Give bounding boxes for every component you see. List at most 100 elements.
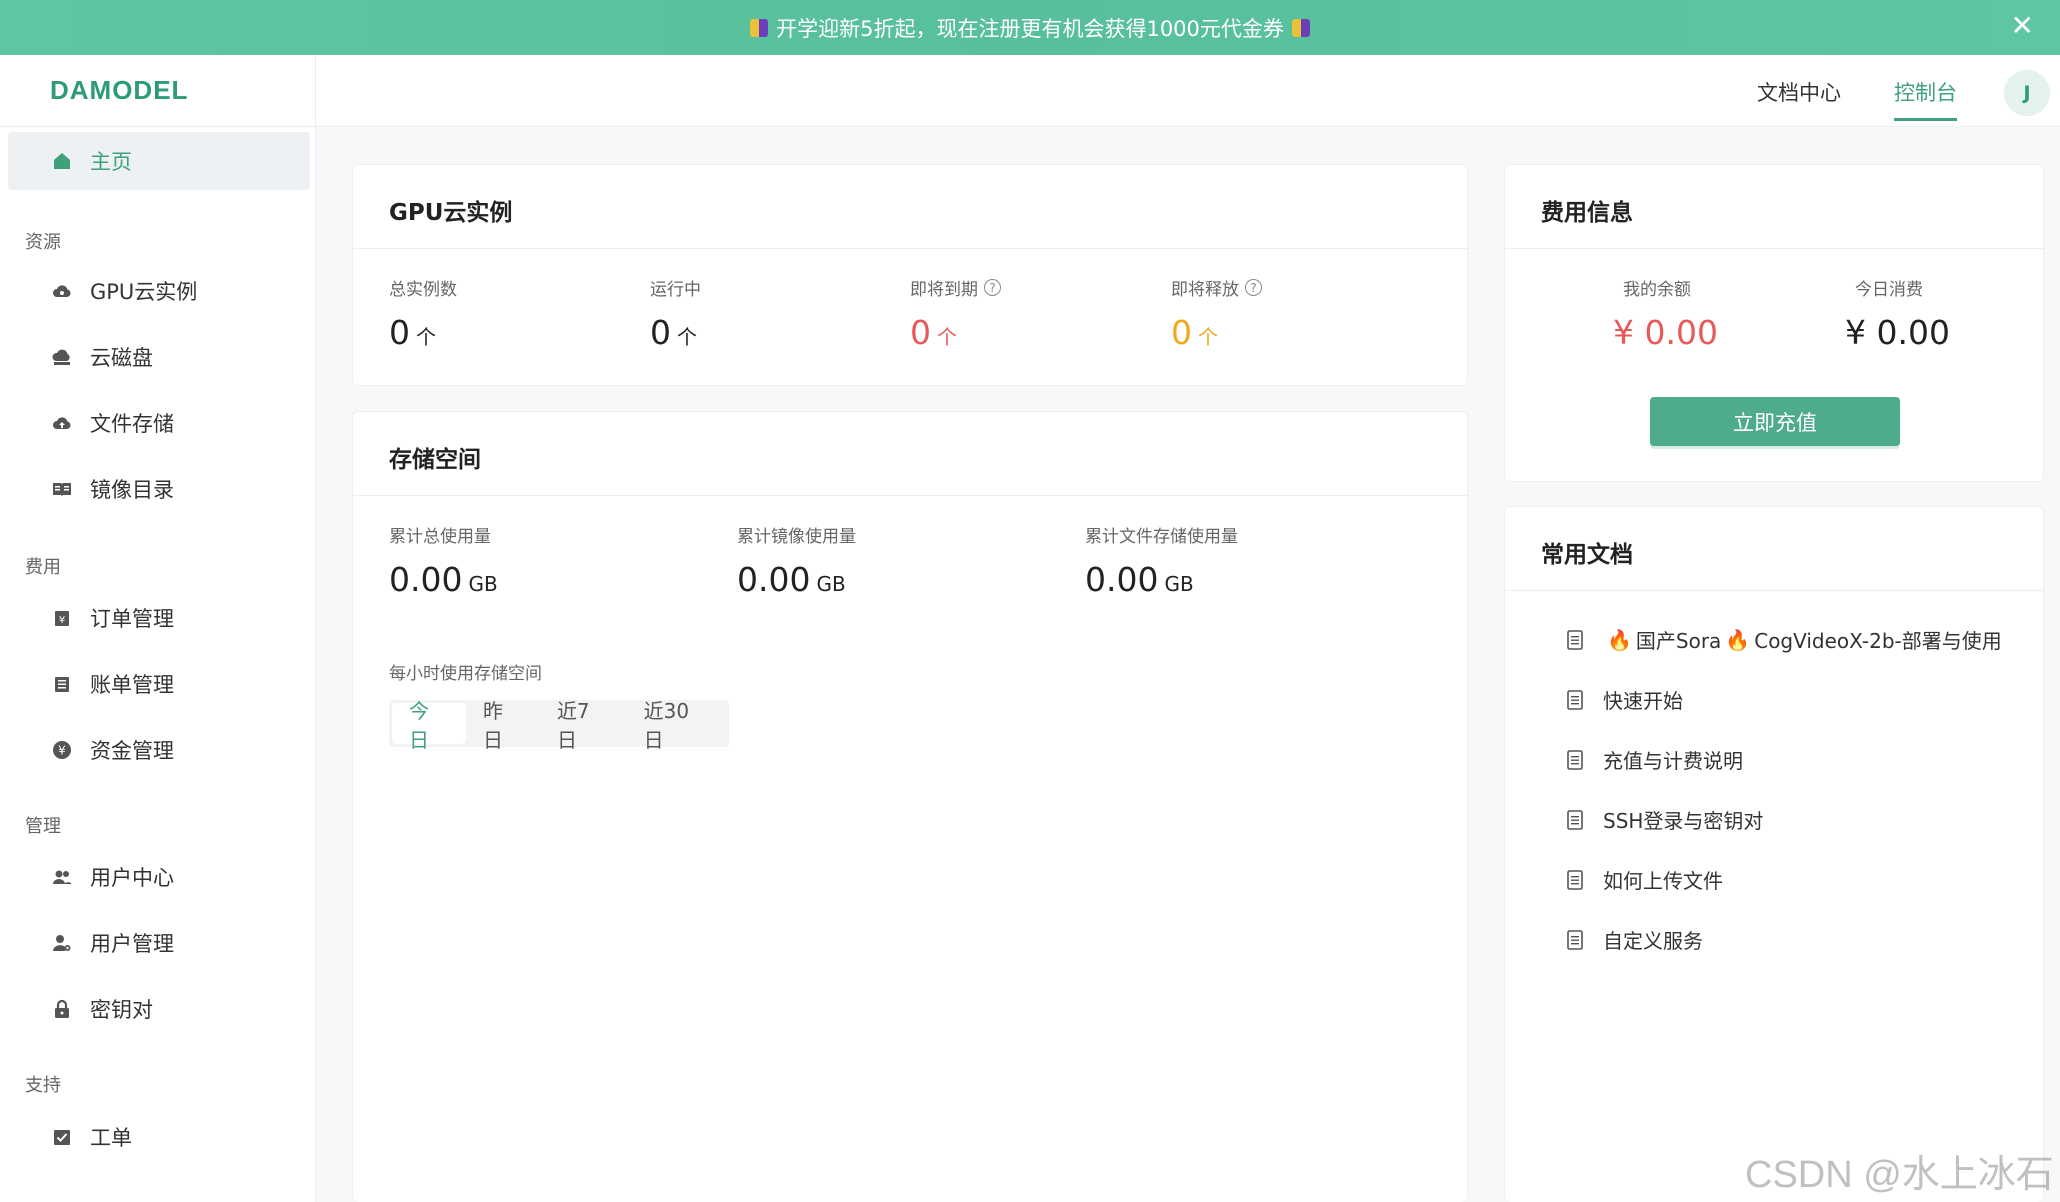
nav-docs-center[interactable]: 文档中心 — [1757, 77, 1841, 107]
gift-icon — [1291, 18, 1310, 37]
help-icon[interactable]: ? — [1245, 279, 1262, 296]
avatar[interactable]: J — [2004, 70, 2050, 116]
svg-text:¥: ¥ — [58, 744, 66, 758]
sidebar-item-home[interactable]: 主页 — [8, 132, 310, 190]
tab-last-7-days[interactable]: 近7日 — [540, 699, 627, 752]
stat-value-file-usage: 0.00 GB — [1085, 560, 1194, 599]
sidebar-item-disk[interactable]: 云磁盘 — [8, 328, 310, 386]
doc-link-ssh[interactable]: SSH登录与密钥对 — [1567, 805, 1763, 834]
user-settings-icon — [52, 933, 72, 953]
stat-label-file-usage: 累计文件存储使用量 — [1085, 527, 1238, 547]
sidebar-item-file-storage[interactable]: 文件存储 — [8, 394, 310, 452]
doc-link-custom-service[interactable]: 自定义服务 — [1567, 925, 1703, 954]
watermark: CSDN @水上冰石 — [1745, 1154, 2054, 1196]
help-icon[interactable]: ? — [984, 279, 1001, 296]
time-range-tabs: 今日 昨日 近7日 近30日 — [389, 699, 729, 752]
doc-link-upload[interactable]: 如何上传文件 — [1567, 865, 1723, 894]
doc-link-label: 充值与计费说明 — [1603, 749, 1743, 773]
document-icon — [1567, 929, 1583, 950]
stat-value-total: 0个 — [389, 313, 436, 352]
sidebar-item-bills[interactable]: 账单管理 — [8, 655, 310, 713]
doc-link-label: SSH登录与密钥对 — [1603, 809, 1764, 833]
sidebar-item-tickets[interactable]: 工单 — [8, 1108, 310, 1166]
doc-link-label: 自定义服务 — [1603, 929, 1703, 953]
recharge-button[interactable]: 立即充值 — [1650, 397, 1900, 446]
balance-label: 我的余额 — [1623, 280, 1691, 300]
order-icon: ¥ — [52, 608, 72, 628]
sidebar-item-label: 账单管理 — [90, 673, 174, 697]
sidebar-item-images[interactable]: 镜像目录 — [8, 460, 310, 518]
stat-value-expiring: 0个 — [910, 313, 957, 352]
top-header: DAMODEL 文档中心 控制台 J — [0, 55, 2060, 127]
sidebar-item-keypair[interactable]: 密钥对 — [8, 980, 310, 1038]
sidebar-item-label: 密钥对 — [90, 998, 153, 1022]
doc-link-label: 快速开始 — [1603, 689, 1683, 713]
doc-link-label: 国产Sora — [1635, 629, 1722, 653]
fire-icon: 🔥 — [1725, 627, 1751, 652]
gift-icon — [750, 18, 769, 37]
svg-text:¥: ¥ — [59, 615, 65, 626]
cloud-disk-icon — [52, 347, 72, 367]
fire-icon: 🔥 — [1607, 627, 1632, 652]
cloud-upload-icon — [52, 413, 72, 433]
tab-last-30-days[interactable]: 近30日 — [627, 699, 726, 752]
check-square-icon — [52, 1127, 72, 1147]
doc-link-label: CogVideoX-2b-部署与使用 — [1754, 629, 2002, 653]
sidebar-group-resources: 资源 — [25, 232, 61, 253]
sidebar-item-label: 资金管理 — [90, 739, 174, 763]
sidebar-item-label: 订单管理 — [90, 607, 174, 631]
promo-banner: 开学迎新5折起，现在注册更有机会获得1000元代金券 ✕ — [0, 0, 2060, 55]
stat-label-releasing: 即将释放? — [1171, 275, 1262, 300]
today-spend-label: 今日消费 — [1855, 280, 1923, 300]
sidebar-group-support: 支持 — [25, 1075, 61, 1096]
promo-text: 开学迎新5折起，现在注册更有机会获得1000元代金券 — [776, 16, 1284, 41]
nav-console[interactable]: 控制台 — [1894, 77, 1957, 121]
card-title: 常用文档 — [1541, 542, 1633, 568]
document-icon — [1567, 749, 1583, 770]
stat-value-running: 0个 — [650, 313, 697, 352]
close-icon[interactable]: ✕ — [2011, 12, 2034, 40]
card-title: 存储空间 — [389, 447, 481, 473]
bill-icon — [52, 674, 72, 694]
stat-value-total-usage: 0.00 GB — [389, 560, 498, 599]
stat-label-total: 总实例数 — [389, 280, 457, 300]
card-title: GPU云实例 — [389, 200, 513, 226]
sidebar-item-funds[interactable]: ¥ 资金管理 — [8, 721, 310, 779]
sidebar-item-label: 主页 — [90, 150, 132, 174]
stat-value-releasing: 0个 — [1171, 313, 1218, 352]
doc-link-cogvideox[interactable]: 🔥 国产Sora 🔥 CogVideoX-2b-部署与使用 — [1567, 625, 2002, 654]
sidebar-item-orders[interactable]: ¥ 订单管理 — [8, 589, 310, 647]
cloud-gear-icon — [52, 281, 72, 301]
stat-value-image-usage: 0.00 GB — [737, 560, 846, 599]
sidebar-group-management: 管理 — [25, 816, 61, 837]
doc-link-label: 如何上传文件 — [1603, 869, 1723, 893]
sidebar-item-user-management[interactable]: 用户管理 — [8, 914, 310, 972]
users-icon — [52, 867, 72, 887]
tab-yesterday[interactable]: 昨日 — [466, 699, 540, 752]
doc-link-billing[interactable]: 充值与计费说明 — [1567, 745, 1743, 774]
lock-icon — [52, 999, 72, 1019]
today-spend-value: ¥ 0.00 — [1845, 313, 1950, 352]
tab-today[interactable]: 今日 — [392, 699, 466, 752]
sidebar-item-label: 云磁盘 — [90, 346, 153, 370]
document-icon — [1567, 869, 1583, 890]
document-icon — [1567, 689, 1583, 710]
sidebar-item-user-center[interactable]: 用户中心 — [8, 848, 310, 906]
yen-coin-icon: ¥ — [52, 740, 72, 760]
book-icon — [52, 479, 72, 499]
sidebar: 主页 资源 GPU云实例 云磁盘 文件存储 镜像目录 费用 ¥ 订单管理 账单管… — [0, 127, 316, 1202]
sidebar-item-label: 文件存储 — [90, 412, 174, 436]
sidebar-item-label: 镜像目录 — [90, 478, 174, 502]
sidebar-item-gpu[interactable]: GPU云实例 — [8, 262, 310, 320]
card-divider — [1505, 248, 2043, 249]
common-docs-card: 常用文档 — [1504, 506, 2044, 1202]
hourly-usage-label: 每小时使用存储空间 — [389, 664, 542, 684]
doc-link-quick-start[interactable]: 快速开始 — [1567, 685, 1683, 714]
sidebar-item-label: 用户中心 — [90, 866, 174, 890]
logo[interactable]: DAMODEL — [50, 75, 188, 106]
card-divider — [1505, 590, 2043, 591]
header-divider — [315, 55, 316, 127]
gpu-instance-card: GPU云实例 总实例数 0个 运行中 0个 即将到期? 0个 即将释放? 0个 — [352, 164, 1468, 386]
card-divider — [353, 495, 1467, 496]
storage-card: 存储空间 累计总使用量 0.00 GB 累计镜像使用量 0.00 GB 累计文件存储… — [352, 411, 1468, 1202]
